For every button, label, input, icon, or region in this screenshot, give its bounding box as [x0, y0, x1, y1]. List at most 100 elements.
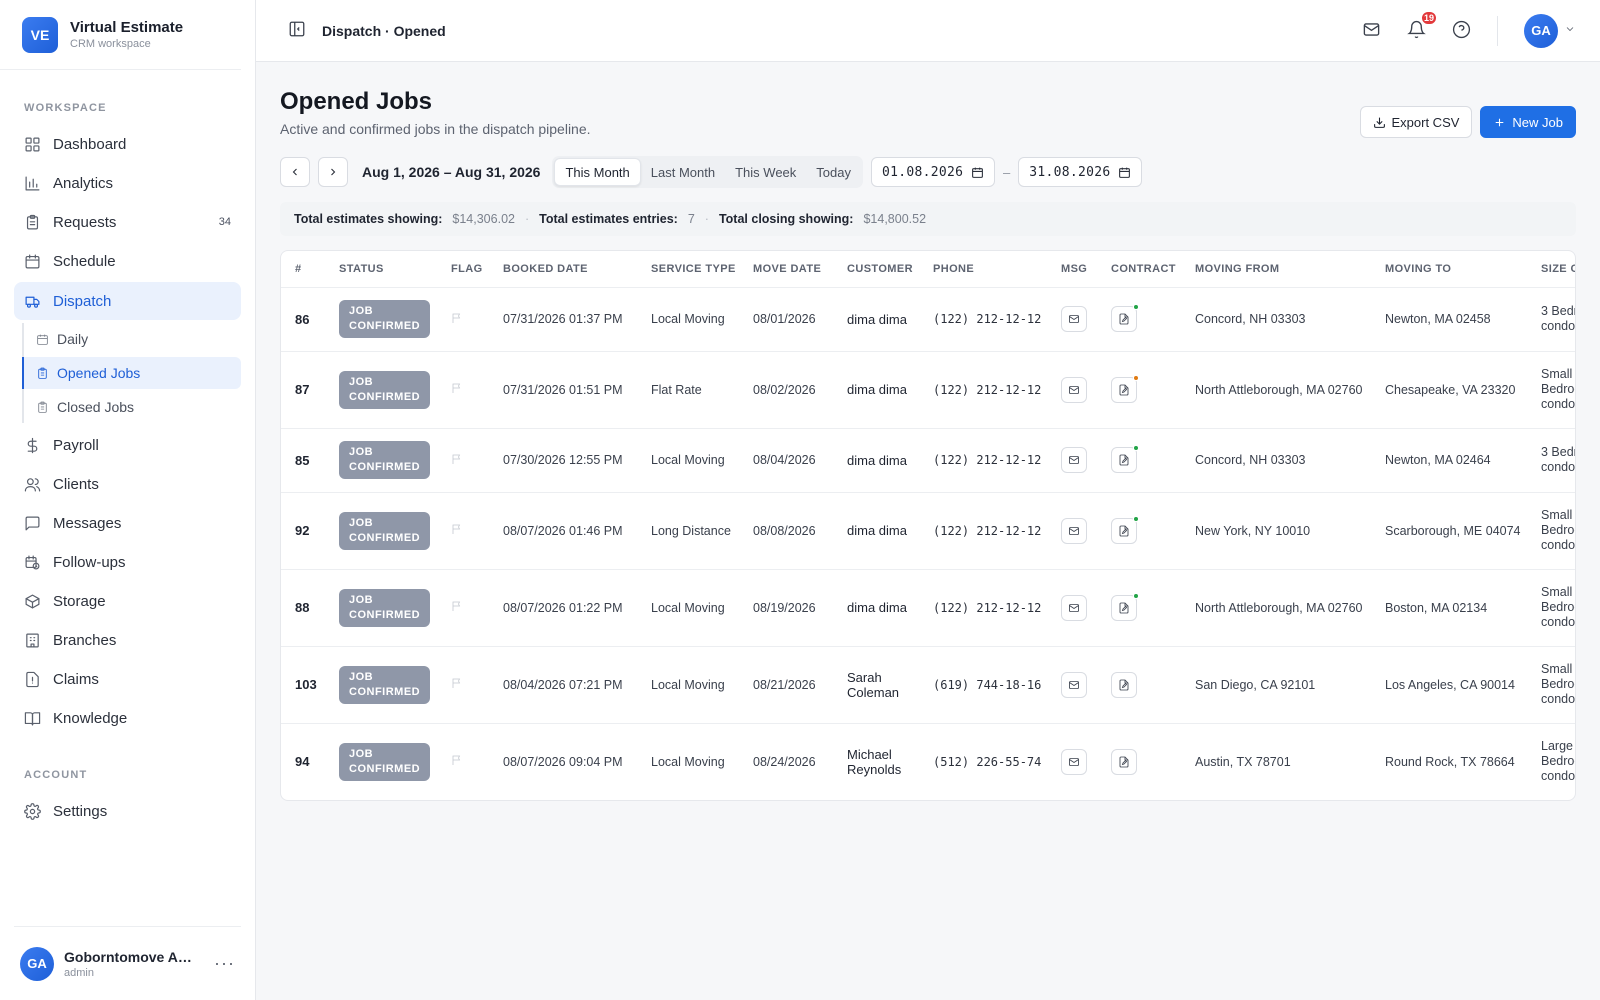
flag-button[interactable]: [443, 645, 495, 723]
table-row[interactable]: 92 JOB CONFIRMED 08/07/2026 01:46 PM Long Di…: [281, 491, 1575, 569]
preset-last-month[interactable]: Last Month: [641, 158, 725, 186]
phone-number[interactable]: (512) 226-55-74: [925, 722, 1053, 800]
header-col-customer[interactable]: CUSTOMER: [839, 251, 925, 287]
header-col-move-date[interactable]: MOVE DATE: [745, 251, 839, 287]
contract-button[interactable]: [1111, 748, 1137, 775]
message-button[interactable]: [1061, 447, 1087, 473]
customer-name[interactable]: dima dima: [839, 286, 925, 351]
customer-name[interactable]: dima dima: [839, 491, 925, 569]
customer-name[interactable]: dima dima: [839, 568, 925, 646]
more-options-icon[interactable]: ···: [214, 953, 235, 974]
sidebar-item-schedule[interactable]: Schedule: [14, 243, 241, 279]
sidebar-item-follow-ups[interactable]: Follow-ups: [14, 544, 241, 580]
job-number[interactable]: 85: [281, 427, 331, 492]
job-number[interactable]: 94: [281, 722, 331, 800]
message-button[interactable]: [1061, 671, 1087, 698]
sidebar-item-dashboard[interactable]: Dashboard: [14, 126, 241, 162]
mail-button[interactable]: [1362, 20, 1381, 42]
contract-button[interactable]: [1111, 515, 1139, 544]
job-number[interactable]: 103: [281, 645, 331, 723]
prev-period-button[interactable]: [280, 157, 310, 187]
message-button[interactable]: [1061, 748, 1087, 775]
table-row[interactable]: 86 JOB CONFIRMED 07/31/2026 01:37 PM Local M…: [281, 286, 1575, 351]
job-number[interactable]: 86: [281, 286, 331, 351]
job-number[interactable]: 88: [281, 568, 331, 646]
message-button[interactable]: [1061, 594, 1087, 621]
header-col-service-type[interactable]: SERVICE TYPE: [643, 251, 745, 287]
sidebar-item-claims[interactable]: Claims: [14, 661, 241, 697]
phone-number[interactable]: (122) 212-12-12: [925, 350, 1053, 428]
account-menu[interactable]: GA: [1524, 13, 1576, 48]
flag-button[interactable]: [443, 568, 495, 646]
message-button[interactable]: [1061, 306, 1087, 332]
flag-button[interactable]: [443, 286, 495, 351]
date-to-input[interactable]: 31.08.2026: [1018, 157, 1143, 187]
phone-number[interactable]: (122) 212-12-12: [925, 491, 1053, 569]
flag-button[interactable]: [443, 350, 495, 428]
contract-button[interactable]: [1111, 445, 1139, 473]
sidebar-item-payroll[interactable]: Payroll: [14, 427, 241, 463]
customer-name[interactable]: dima dima: [839, 350, 925, 428]
flag-button[interactable]: [443, 722, 495, 800]
header-col-number[interactable]: #: [281, 251, 331, 287]
contract-button[interactable]: [1111, 671, 1137, 698]
header-col-moving-from[interactable]: MOVING FROM: [1187, 251, 1377, 287]
notifications-button[interactable]: 19: [1407, 9, 1438, 42]
date-from-input[interactable]: 01.08.2026: [870, 157, 995, 187]
sidebar-item-clients[interactable]: Clients: [14, 466, 241, 502]
table-row[interactable]: 94 JOB CONFIRMED 08/07/2026 09:04 PM Local M…: [281, 722, 1575, 800]
brand[interactable]: VE Virtual Estimate CRM workspace: [0, 0, 241, 70]
help-button[interactable]: [1452, 20, 1471, 42]
export-csv-button[interactable]: Export CSV: [1359, 106, 1473, 138]
phone-number[interactable]: (122) 212-12-12: [925, 568, 1053, 646]
sidebar-item-analytics[interactable]: Analytics: [14, 165, 241, 201]
user-profile[interactable]: GA Goborntomove Ad... admin ···: [14, 926, 241, 1000]
header-col-flag[interactable]: FLAG: [443, 251, 495, 287]
preset-this-month[interactable]: This Month: [554, 158, 641, 186]
customer-name[interactable]: Sarah Coleman: [839, 645, 925, 723]
preset-today[interactable]: Today: [806, 158, 861, 186]
job-number[interactable]: 87: [281, 350, 331, 428]
table-row[interactable]: 85 JOB CONFIRMED 07/30/2026 12:55 PM Local M…: [281, 427, 1575, 492]
sidebar-item-storage[interactable]: Storage: [14, 583, 241, 619]
header-col-status[interactable]: STATUS: [331, 251, 443, 287]
phone-number[interactable]: (122) 212-12-12: [925, 286, 1053, 351]
next-period-button[interactable]: [318, 157, 348, 187]
contract-button[interactable]: [1111, 304, 1139, 332]
sidebar-item-knowledge[interactable]: Knowledge: [14, 700, 241, 736]
flag-button[interactable]: [443, 491, 495, 569]
contract-button[interactable]: [1111, 374, 1139, 403]
sidebar-item-requests[interactable]: Requests 34: [14, 204, 241, 240]
header-col-booked-date[interactable]: BOOKED DATE: [495, 251, 643, 287]
sidebar-toggle-button[interactable]: [288, 20, 306, 41]
header-col-size[interactable]: SIZE OF MOVE: [1533, 251, 1575, 287]
table-row[interactable]: 88 JOB CONFIRMED 08/07/2026 01:22 PM Local M…: [281, 568, 1575, 646]
contract-button[interactable]: [1111, 592, 1139, 621]
sidebar-item-branches[interactable]: Branches: [14, 622, 241, 658]
table-row[interactable]: 103 JOB CONFIRMED 08/04/2026 07:21 PM Local …: [281, 645, 1575, 723]
customer-name[interactable]: dima dima: [839, 427, 925, 492]
table-row[interactable]: 87 JOB CONFIRMED 07/31/2026 01:51 PM Flat Ra…: [281, 350, 1575, 428]
total-closing-label: Total closing showing:: [718, 212, 854, 226]
subnav-item-opened-jobs[interactable]: Opened Jobs: [22, 357, 241, 389]
sidebar-item-dispatch[interactable]: Dispatch: [14, 282, 241, 320]
header-col-phone[interactable]: PHONE: [925, 251, 1053, 287]
gear-icon: [24, 802, 41, 820]
subnav-item-daily[interactable]: Daily: [24, 323, 241, 355]
header-col-moving-to[interactable]: MOVING TO: [1377, 251, 1533, 287]
header-col-contract[interactable]: CONTRACT: [1103, 251, 1187, 287]
customer-name[interactable]: Michael Reynolds: [839, 722, 925, 800]
header-col-msg[interactable]: MSG: [1053, 251, 1103, 287]
new-job-button[interactable]: New Job: [1480, 106, 1576, 138]
preset-this-week[interactable]: This Week: [725, 158, 806, 186]
message-button[interactable]: [1061, 376, 1087, 403]
subnav-item-closed-jobs[interactable]: Closed Jobs: [24, 391, 241, 423]
clipboard-icon: [38, 401, 47, 413]
message-button[interactable]: [1061, 517, 1087, 544]
sidebar-item-messages[interactable]: Messages: [14, 505, 241, 541]
job-number[interactable]: 92: [281, 491, 331, 569]
sidebar-item-settings[interactable]: Settings: [14, 793, 241, 829]
flag-button[interactable]: [443, 427, 495, 492]
phone-number[interactable]: (619) 744-18-16: [925, 645, 1053, 723]
phone-number[interactable]: (122) 212-12-12: [925, 427, 1053, 492]
